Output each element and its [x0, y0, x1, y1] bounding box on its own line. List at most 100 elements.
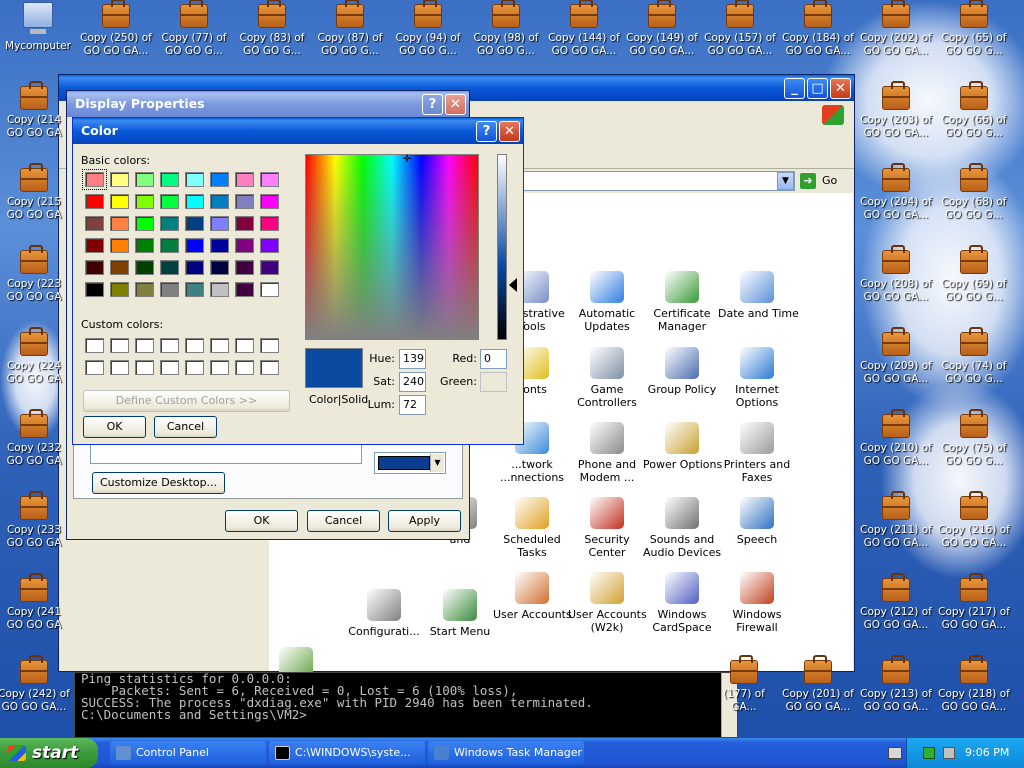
control-panel-item[interactable]: Phone and Modem ...: [568, 422, 646, 484]
basic-color-swatch[interactable]: [185, 194, 204, 209]
desktop-icon-copy[interactable]: Copy (224 GO GO GA: [0, 327, 72, 408]
basic-color-swatch[interactable]: [235, 216, 254, 231]
control-panel-item[interactable]: Sounds and Audio Devices: [643, 497, 721, 559]
basic-color-swatch[interactable]: [135, 172, 154, 187]
color-picker-dropdown[interactable]: ▼: [374, 452, 446, 474]
control-panel-item[interactable]: Scheduled Tasks: [493, 497, 571, 559]
apply-button[interactable]: Apply: [388, 510, 461, 532]
control-panel-item[interactable]: Start Menu: [421, 589, 499, 638]
minimize-button[interactable]: _: [784, 78, 805, 99]
basic-color-swatch[interactable]: [235, 172, 254, 187]
basic-color-swatch[interactable]: [210, 238, 229, 253]
desktop-icon-copy[interactable]: Copy (208) of GO GO GA...: [858, 245, 934, 326]
control-panel-item[interactable]: Windows CardSpace: [643, 572, 721, 634]
basic-color-swatch[interactable]: [85, 216, 104, 231]
hue-input[interactable]: 139: [399, 349, 426, 369]
basic-color-swatch[interactable]: [85, 194, 104, 209]
close-button[interactable]: ✕: [830, 78, 851, 99]
desktop-icon-copy[interactable]: Copy (65) of GO GO G...: [936, 0, 1012, 80]
cancel-button[interactable]: Cancel: [154, 416, 217, 438]
custom-color-swatch[interactable]: [135, 360, 154, 375]
basic-color-swatch[interactable]: [160, 216, 179, 231]
control-panel-item[interactable]: Printers and Faxes: [718, 422, 796, 484]
luminance-slider[interactable]: [497, 154, 507, 340]
control-panel-item[interactable]: Internet Options: [718, 347, 796, 409]
desktop-icon-copy[interactable]: Copy (83) of GO GO G...: [234, 0, 310, 80]
desktop-icon-copy[interactable]: Copy (144) of GO GO GA...: [546, 0, 622, 80]
display-properties-titlebar[interactable]: Display Properties: [67, 91, 469, 117]
red-input[interactable]: 0: [480, 349, 507, 369]
help-button[interactable]: ?: [422, 94, 443, 115]
custom-color-swatch[interactable]: [110, 360, 129, 375]
basic-color-swatch[interactable]: [185, 172, 204, 187]
control-panel-item[interactable]: Automatic Updates: [568, 271, 646, 333]
basic-color-swatch[interactable]: [260, 282, 279, 297]
desktop-icon-copy[interactable]: Copy (233 GO GO GA: [0, 491, 72, 572]
desktop-icon-copy[interactable]: Copy (211) of GO GO GA...: [858, 491, 934, 572]
luminance-arrow-icon[interactable]: [509, 278, 517, 292]
basic-color-swatch[interactable]: [235, 194, 254, 209]
desktop-icon-copy[interactable]: Copy (94) of GO GO G...: [390, 0, 466, 80]
desktop-icon-copy[interactable]: (177) of GA...: [706, 655, 782, 736]
custom-color-swatch[interactable]: [235, 360, 254, 375]
basic-color-swatch[interactable]: [85, 282, 104, 297]
basic-color-swatch[interactable]: [135, 260, 154, 275]
help-button[interactable]: ?: [476, 121, 497, 142]
custom-color-swatch[interactable]: [260, 338, 279, 353]
color-spectrum[interactable]: ✛: [305, 154, 479, 340]
desktop-icon-copy[interactable]: Copy (184) of GO GO GA...: [780, 0, 856, 80]
basic-color-swatch[interactable]: [235, 260, 254, 275]
control-panel-item[interactable]: User Accounts: [493, 572, 572, 621]
custom-color-swatch[interactable]: [210, 338, 229, 353]
define-custom-colors-button[interactable]: Define Custom Colors >>: [83, 390, 290, 412]
basic-color-swatch[interactable]: [160, 194, 179, 209]
desktop-icon-copy[interactable]: Copy (201) of GO GO GA...: [780, 655, 856, 736]
desktop-icon-copy[interactable]: Copy (232 GO GO GA: [0, 409, 72, 490]
custom-color-swatch[interactable]: [210, 360, 229, 375]
basic-color-swatch[interactable]: [110, 172, 129, 187]
desktop-icon-copy[interactable]: Copy (250) of GO GO GA...: [78, 0, 154, 80]
custom-color-swatch[interactable]: [235, 338, 254, 353]
desktop-icon-copy[interactable]: Copy (210) of GO GO GA...: [858, 409, 934, 490]
tray-network-icon[interactable]: [943, 747, 955, 759]
basic-color-swatch[interactable]: [110, 194, 129, 209]
basic-color-swatch[interactable]: [85, 238, 104, 253]
address-bar[interactable]: [499, 171, 795, 191]
desktop-icon-copy[interactable]: Copy (242) of GO GO GA...: [0, 655, 72, 736]
lum-input[interactable]: 72: [399, 395, 426, 415]
desktop-icon-copy[interactable]: Copy (66) of GO GO G...: [936, 81, 1012, 162]
close-button[interactable]: ✕: [499, 121, 520, 142]
desktop-icon-copy[interactable]: Copy (98) of GO GO G...: [468, 0, 544, 80]
desktop-icon-copy[interactable]: Copy (209) of GO GO GA...: [858, 327, 934, 408]
basic-color-swatch[interactable]: [85, 260, 104, 275]
control-panel-item[interactable]: Certificate Manager: [643, 271, 721, 333]
background-list-box[interactable]: [90, 444, 362, 464]
control-panel-item[interactable]: Configurati...: [345, 589, 423, 638]
basic-color-swatch[interactable]: [185, 238, 204, 253]
basic-color-swatch[interactable]: [260, 172, 279, 187]
basic-color-swatch[interactable]: [135, 282, 154, 297]
basic-color-swatch[interactable]: [110, 260, 129, 275]
desktop-icon-my-computer[interactable]: Mycomputer: [0, 0, 76, 80]
basic-color-swatch[interactable]: [135, 238, 154, 253]
green-input[interactable]: [480, 372, 507, 392]
control-panel-item[interactable]: Group Policy: [643, 347, 721, 396]
basic-color-swatch[interactable]: [82, 169, 107, 190]
maximize-button[interactable]: □: [807, 78, 828, 99]
control-panel-item[interactable]: Game Controllers: [568, 347, 646, 409]
custom-color-swatch[interactable]: [260, 360, 279, 375]
desktop-icon-copy[interactable]: Copy (213) of GO GO GA...: [858, 655, 934, 736]
address-dropdown-icon[interactable]: ▼: [777, 172, 794, 190]
basic-color-swatch[interactable]: [210, 282, 229, 297]
desktop-icon-copy[interactable]: Copy (149) of GO GO GA...: [624, 0, 700, 80]
ok-button[interactable]: OK: [83, 416, 146, 438]
custom-color-swatch[interactable]: [160, 338, 179, 353]
basic-color-swatch[interactable]: [185, 282, 204, 297]
desktop-icon-copy[interactable]: Copy (216) of GO GO GA...: [936, 491, 1012, 572]
taskbar-item-cmd[interactable]: C:\WINDOWS\syste...: [269, 741, 425, 765]
desktop-icon-copy[interactable]: Copy (241 GO GO GA: [0, 573, 72, 654]
basic-color-swatch[interactable]: [210, 194, 229, 209]
basic-color-swatch[interactable]: [210, 172, 229, 187]
basic-color-swatch[interactable]: [110, 282, 129, 297]
basic-color-swatch[interactable]: [135, 194, 154, 209]
